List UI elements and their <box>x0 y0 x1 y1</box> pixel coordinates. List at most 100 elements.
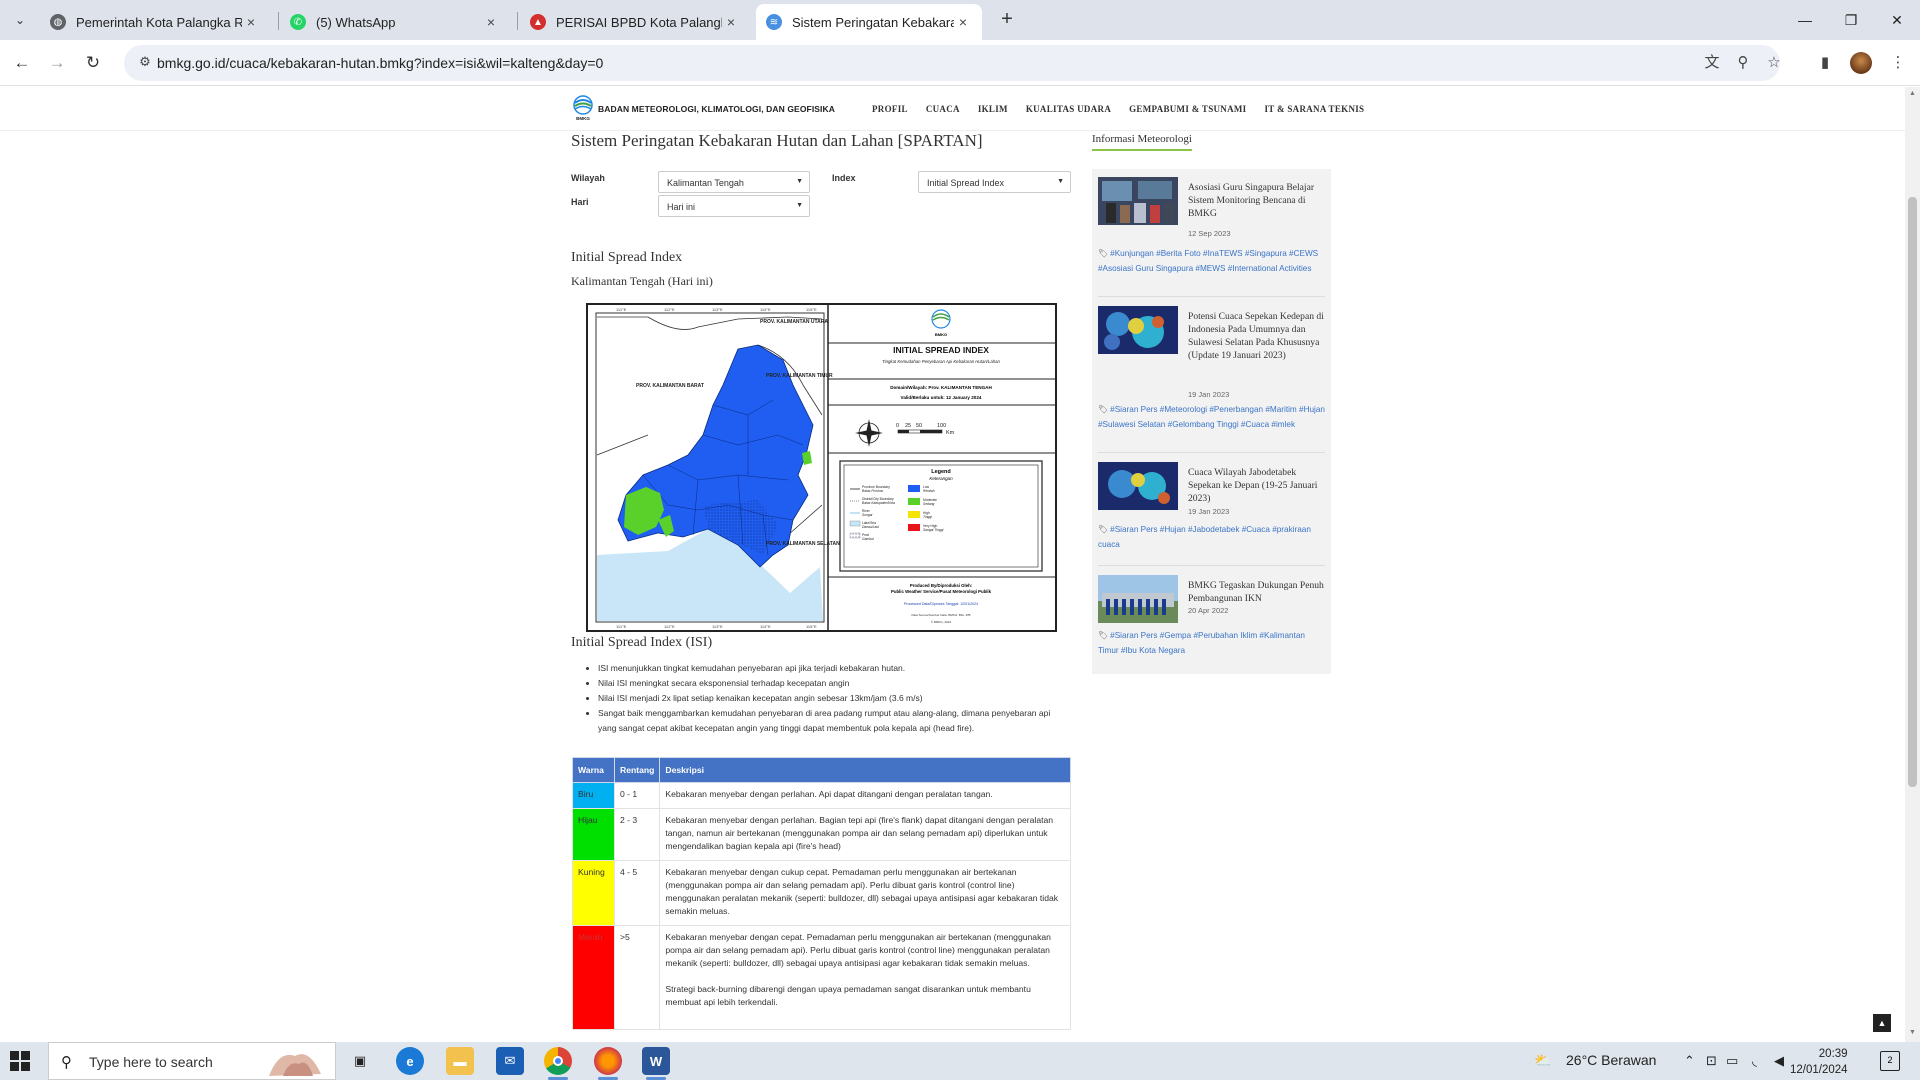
menu-icon[interactable]: ⋮ <box>1885 50 1911 76</box>
wilayah-select[interactable]: Kalimantan Tengah ▼ <box>658 171 810 193</box>
isi-points: ISI menunjukkan tingkat kemudahan penyeb… <box>598 661 1063 736</box>
tab-whatsapp[interactable]: ✆ (5) WhatsApp × <box>280 4 510 40</box>
close-icon[interactable]: × <box>242 14 260 30</box>
weather-text[interactable]: 26°C Berawan <box>1566 1052 1656 1068</box>
scroll-down-icon[interactable]: ▼ <box>1908 1029 1917 1038</box>
site-brand[interactable]: BADAN METEOROLOGI, KLIMATOLOGI, DAN GEOF… <box>598 104 835 114</box>
tray-app-icon[interactable]: ⊡ <box>1706 1053 1717 1069</box>
tab-search-button[interactable]: ⌄ <box>8 8 32 32</box>
tab-perisai[interactable]: ▲ PERISAI BPBD Kota Palangka Raya × <box>520 4 750 40</box>
panel-domain: Domain/Wilayah: Prov. KALIMANTAN TENGAH <box>890 385 992 390</box>
mail-icon[interactable]: ✉ <box>496 1047 524 1075</box>
panel-logo-text: BMKG <box>935 332 947 337</box>
scroll-up-icon[interactable]: ▲ <box>1908 90 1917 99</box>
firefox-icon[interactable] <box>594 1047 622 1075</box>
windows-start-icon[interactable] <box>10 1051 30 1071</box>
grid-label: 114°E <box>760 624 771 629</box>
news-thumbnail[interactable] <box>1098 575 1178 623</box>
legend-left-item: Batas Provinsi <box>862 489 883 493</box>
back-to-top-button[interactable]: ▲ <box>1873 1014 1891 1032</box>
nav-cuaca[interactable]: CUACA <box>926 104 960 114</box>
news-thumbnail[interactable] <box>1098 462 1178 510</box>
taskbar-search[interactable]: ⚲ Type here to search <box>48 1042 336 1080</box>
news-tag-list[interactable]: #Kunjungan #Berita Foto #InaTEWS #Singap… <box>1098 249 1318 273</box>
rentang-cell: 4 - 5 <box>613 860 661 926</box>
nav-profil[interactable]: PROFIL <box>872 104 908 114</box>
task-view-icon[interactable]: ▣ <box>346 1047 374 1075</box>
news-card[interactable]: Potensi Cuaca Sepekan Kedepan di Indones… <box>1098 306 1325 453</box>
news-title[interactable]: Asosiasi Guru Singapura Belajar Sistem M… <box>1188 181 1325 220</box>
table-row: Kuning 4 - 5 Kebakaran menyebar dengan c… <box>572 860 1071 926</box>
site-info-icon[interactable]: ⚙ <box>136 54 154 72</box>
news-date: 20 Apr 2022 <box>1188 606 1229 615</box>
clock-time: 20:39 <box>1818 1048 1848 1060</box>
url-text[interactable]: bmkg.go.id/cuaca/kebakaran-hutan.bmkg?in… <box>157 55 603 71</box>
bookmark-star-icon[interactable]: ☆ <box>1764 53 1784 73</box>
news-sidebar: Asosiasi Guru Singapura Belajar Sistem M… <box>1092 169 1331 674</box>
news-card[interactable]: Cuaca Wilayah Jabodetabek Sepekan ke Dep… <box>1098 462 1325 566</box>
grid-label: 115°E <box>806 307 817 312</box>
scrollbar-thumb[interactable] <box>1908 197 1917 787</box>
news-tag-list[interactable]: #Siaran Pers #Hujan #Jabodetabek #Cuaca … <box>1098 525 1311 549</box>
page-scrollbar[interactable]: ▲ ▼ <box>1905 87 1920 1042</box>
news-tag-list[interactable]: #Siaran Pers #Meteorologi #Penerbangan #… <box>1098 405 1325 429</box>
legend-left-item: Batas Kabupaten/Kota <box>862 501 895 505</box>
news-date: 12 Sep 2023 <box>1188 229 1231 238</box>
news-title[interactable]: BMKG Tegaskan Dukungan Penuh Pembangunan… <box>1188 579 1325 605</box>
rentang-cell: >5 <box>613 925 661 1030</box>
tray-chevron-icon[interactable]: ⌃ <box>1684 1053 1695 1069</box>
word-icon[interactable]: W <box>642 1047 670 1075</box>
zoom-icon[interactable]: ⚲ <box>1733 53 1753 73</box>
legend-subtitle: Keterangan <box>929 476 953 481</box>
warna-cell: Biru <box>572 782 615 809</box>
side-panel-icon[interactable]: ▮ <box>1812 50 1838 76</box>
index-value: Initial Spread Index <box>927 178 1005 188</box>
tab-spartan[interactable]: ≋ Sistem Peringatan Kebakaran H × <box>756 4 982 40</box>
news-thumbnail[interactable] <box>1098 306 1178 354</box>
wifi-icon[interactable]: ◟ <box>1752 1053 1757 1069</box>
map-copyright: © BMKG, 2024 <box>931 620 952 624</box>
volume-icon[interactable]: ◀ <box>1774 1053 1784 1069</box>
new-tab-button[interactable]: + <box>995 8 1019 32</box>
address-bar[interactable]: ⚙ bmkg.go.id/cuaca/kebakaran-hutan.bmkg?… <box>124 45 1781 81</box>
notification-icon[interactable]: 2 <box>1880 1051 1900 1071</box>
reload-button[interactable]: ↻ <box>80 50 106 76</box>
data-source: Data Source/Sumber Data: BMKG, BIG, IPB <box>911 613 970 617</box>
tab-pemerintah[interactable]: ◍ Pemerintah Kota Palangka Raya × <box>40 4 270 40</box>
table-header-row: Warna Rentang Deskripsi <box>572 757 1071 783</box>
forward-button[interactable]: → <box>44 50 70 76</box>
chrome-icon[interactable] <box>544 1047 572 1075</box>
close-icon[interactable]: × <box>954 14 972 30</box>
news-tag-list[interactable]: #Siaran Pers #Gempa #Perubahan Iklim #Ka… <box>1098 631 1305 655</box>
news-thumbnail[interactable] <box>1098 177 1178 225</box>
close-icon[interactable]: × <box>722 14 740 30</box>
nav-kualitas-udara[interactable]: KUALITAS UDARA <box>1026 104 1111 114</box>
nav-it-sarana[interactable]: IT & SARANA TEKNIS <box>1265 104 1365 114</box>
profile-avatar[interactable] <box>1850 52 1872 74</box>
edge-icon[interactable]: e <box>396 1047 424 1075</box>
panel-title: INITIAL SPREAD INDEX <box>893 345 989 355</box>
bmkg-icon: ≋ <box>766 14 782 30</box>
index-select[interactable]: Initial Spread Index ▼ <box>918 171 1071 193</box>
news-title[interactable]: Cuaca Wilayah Jabodetabek Sepekan ke Dep… <box>1188 466 1325 505</box>
nav-iklim[interactable]: IKLIM <box>978 104 1008 114</box>
bmkg-logo[interactable]: BMKG <box>572 95 594 121</box>
taskbar-clock[interactable]: 20:39 12/01/2024 <box>1790 1046 1848 1078</box>
file-explorer-icon[interactable]: ▬ <box>446 1047 474 1075</box>
news-card[interactable]: BMKG Tegaskan Dukungan Penuh Pembangunan… <box>1098 575 1325 665</box>
rentang-cell: 2 - 3 <box>613 808 661 861</box>
news-title[interactable]: Potensi Cuaca Sepekan Kedepan di Indones… <box>1188 310 1325 362</box>
isi-map-svg: 111°E 112°E 113°E 114°E 115°E 111°E 112°… <box>595 305 1055 630</box>
tray-meet-icon[interactable]: ▭ <box>1726 1053 1738 1069</box>
translate-icon[interactable]: 文 <box>1702 53 1722 73</box>
nav-gempabumi[interactable]: GEMPABUMI & TSUNAMI <box>1129 104 1246 114</box>
restore-button[interactable]: ❐ <box>1828 0 1874 40</box>
hari-select[interactable]: Hari ini ▼ <box>658 195 810 217</box>
minimize-button[interactable]: — <box>1782 0 1828 40</box>
weather-icon[interactable]: ⛅ <box>1534 1052 1551 1069</box>
close-icon[interactable]: × <box>482 14 500 30</box>
news-card[interactable]: Asosiasi Guru Singapura Belajar Sistem M… <box>1098 177 1325 297</box>
tab-divider <box>278 12 279 30</box>
back-button[interactable]: ← <box>9 50 35 76</box>
close-window-button[interactable]: ✕ <box>1874 0 1920 40</box>
